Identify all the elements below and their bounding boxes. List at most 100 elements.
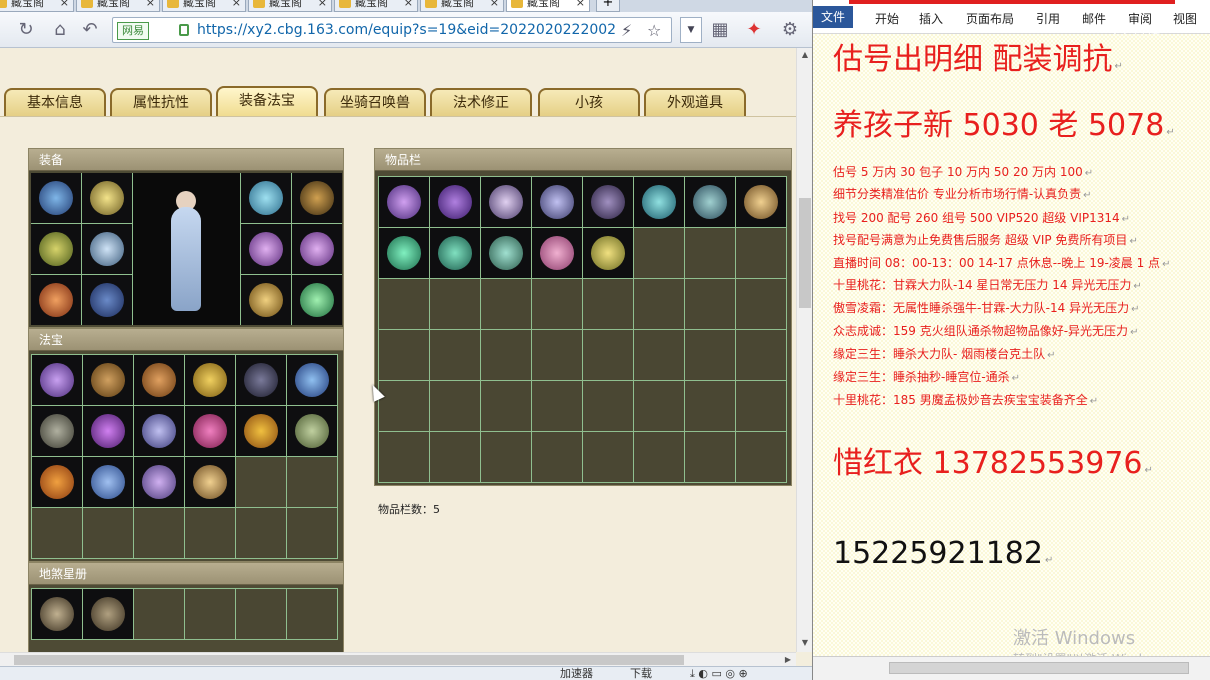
inventory-slot[interactable] bbox=[32, 406, 82, 456]
inventory-slot[interactable] bbox=[634, 381, 684, 431]
inventory-slot[interactable] bbox=[685, 432, 735, 482]
star-icon[interactable]: ☆ bbox=[647, 21, 661, 40]
inventory-slot[interactable] bbox=[634, 330, 684, 380]
inventory-slot[interactable] bbox=[379, 330, 429, 380]
inventory-slot[interactable] bbox=[481, 381, 531, 431]
inventory-slot[interactable] bbox=[532, 177, 582, 227]
inventory-slot[interactable] bbox=[583, 381, 633, 431]
refresh-icon[interactable]: ↻ bbox=[14, 18, 38, 42]
inventory-slot[interactable] bbox=[481, 432, 531, 482]
inventory-slot[interactable] bbox=[134, 589, 184, 639]
tab-layout[interactable]: 页面布局 bbox=[966, 10, 1014, 27]
inventory-slot[interactable] bbox=[481, 330, 531, 380]
inventory-slot[interactable] bbox=[481, 279, 531, 329]
tab-appearance[interactable]: 外观道具 bbox=[644, 88, 746, 116]
inventory-slot[interactable] bbox=[185, 355, 235, 405]
inventory-slot[interactable] bbox=[379, 228, 429, 278]
browser-tab[interactable]: 藏宝阁 × bbox=[76, 0, 160, 12]
url-text[interactable]: https://xy2.cbg.163.com/equip?s=19&eid=2… bbox=[197, 18, 617, 42]
inventory-slot[interactable] bbox=[583, 279, 633, 329]
equip-slot[interactable] bbox=[292, 224, 342, 274]
inventory-slot[interactable] bbox=[287, 589, 337, 639]
browser-tab[interactable]: 藏宝阁 × bbox=[162, 0, 246, 12]
inventory-slot[interactable] bbox=[83, 355, 133, 405]
browser-tab[interactable]: 藏宝阁 × bbox=[0, 0, 74, 12]
inventory-slot[interactable] bbox=[134, 508, 184, 558]
tab-insert[interactable]: 插入 bbox=[919, 10, 943, 27]
equip-slot[interactable] bbox=[31, 275, 81, 325]
inventory-slot[interactable] bbox=[430, 279, 480, 329]
inventory-slot[interactable] bbox=[379, 432, 429, 482]
inventory-slot[interactable] bbox=[83, 589, 133, 639]
equip-slot[interactable] bbox=[292, 173, 342, 223]
inventory-slot[interactable] bbox=[532, 381, 582, 431]
inventory-slot[interactable] bbox=[634, 177, 684, 227]
tab-mounts-pets[interactable]: 坐骑召唤兽 bbox=[324, 88, 426, 116]
inventory-slot[interactable] bbox=[287, 508, 337, 558]
inventory-slot[interactable] bbox=[379, 177, 429, 227]
inventory-slot[interactable] bbox=[236, 406, 286, 456]
equip-slot[interactable] bbox=[292, 275, 342, 325]
inventory-slot[interactable] bbox=[430, 381, 480, 431]
inventory-slot[interactable] bbox=[185, 457, 235, 507]
inventory-slot[interactable] bbox=[736, 432, 786, 482]
tab-review[interactable]: 审阅 bbox=[1128, 10, 1152, 27]
inventory-slot[interactable] bbox=[634, 228, 684, 278]
inventory-slot[interactable] bbox=[236, 355, 286, 405]
inventory-slot[interactable] bbox=[583, 228, 633, 278]
word-horizontal-scrollbar[interactable] bbox=[813, 656, 1210, 680]
inventory-slot[interactable] bbox=[736, 330, 786, 380]
address-dropdown-button[interactable]: ▼ bbox=[680, 17, 702, 43]
inventory-slot[interactable] bbox=[583, 330, 633, 380]
scroll-up-icon[interactable]: ▲ bbox=[797, 48, 812, 62]
tab-file[interactable]: 文件 bbox=[813, 6, 853, 28]
inventory-slot[interactable] bbox=[685, 228, 735, 278]
inventory-slot[interactable] bbox=[83, 457, 133, 507]
download-button[interactable]: 下载 bbox=[630, 667, 652, 680]
certificate-badge[interactable]: 网易 bbox=[117, 22, 149, 40]
inventory-slot[interactable] bbox=[287, 457, 337, 507]
inventory-slot[interactable] bbox=[83, 406, 133, 456]
undo-icon[interactable]: ↶ bbox=[78, 18, 102, 42]
inventory-slot[interactable] bbox=[532, 330, 582, 380]
inventory-slot[interactable] bbox=[583, 432, 633, 482]
inventory-slot[interactable] bbox=[32, 589, 82, 639]
page-horizontal-scrollbar[interactable]: ▶ bbox=[0, 652, 796, 666]
inventory-slot[interactable] bbox=[134, 457, 184, 507]
inventory-slot[interactable] bbox=[32, 457, 82, 507]
equip-slot[interactable] bbox=[241, 173, 291, 223]
inventory-slot[interactable] bbox=[185, 508, 235, 558]
inventory-slot[interactable] bbox=[430, 330, 480, 380]
tab-child[interactable]: 小孩 bbox=[538, 88, 640, 116]
inventory-slot[interactable] bbox=[134, 355, 184, 405]
inventory-slot[interactable] bbox=[430, 228, 480, 278]
inventory-slot[interactable] bbox=[736, 228, 786, 278]
scroll-thumb[interactable] bbox=[14, 655, 684, 665]
inventory-slot[interactable] bbox=[685, 330, 735, 380]
inventory-slot[interactable] bbox=[430, 177, 480, 227]
tab-view[interactable]: 视图 bbox=[1173, 10, 1197, 27]
inventory-slot[interactable] bbox=[685, 381, 735, 431]
lightning-icon[interactable]: ⚡ bbox=[621, 21, 632, 40]
scroll-thumb[interactable] bbox=[799, 198, 811, 308]
close-icon[interactable]: × bbox=[490, 0, 499, 11]
tab-mailings[interactable]: 邮件 bbox=[1082, 10, 1106, 27]
inventory-slot[interactable] bbox=[532, 432, 582, 482]
status-icons[interactable]: ⤓ ◐ ▭ ◎ ⊕ bbox=[690, 667, 748, 680]
inventory-slot[interactable] bbox=[236, 508, 286, 558]
inventory-slot[interactable] bbox=[481, 228, 531, 278]
browser-tab-active[interactable]: 藏宝阁 × bbox=[506, 0, 590, 12]
inventory-slot[interactable] bbox=[32, 508, 82, 558]
inventory-slot[interactable] bbox=[185, 589, 235, 639]
inventory-slot[interactable] bbox=[532, 228, 582, 278]
inventory-slot[interactable] bbox=[685, 279, 735, 329]
close-icon[interactable]: × bbox=[576, 0, 585, 11]
inventory-slot[interactable] bbox=[287, 355, 337, 405]
equip-slot[interactable] bbox=[241, 224, 291, 274]
equip-slot[interactable] bbox=[31, 173, 81, 223]
close-icon[interactable]: × bbox=[146, 0, 155, 11]
address-bar[interactable]: 网易 https://xy2.cbg.163.com/equip?s=19&ei… bbox=[112, 17, 672, 43]
inventory-slot[interactable] bbox=[481, 177, 531, 227]
inventory-slot[interactable] bbox=[236, 589, 286, 639]
wrench-icon[interactable]: ⚙ bbox=[778, 18, 802, 42]
